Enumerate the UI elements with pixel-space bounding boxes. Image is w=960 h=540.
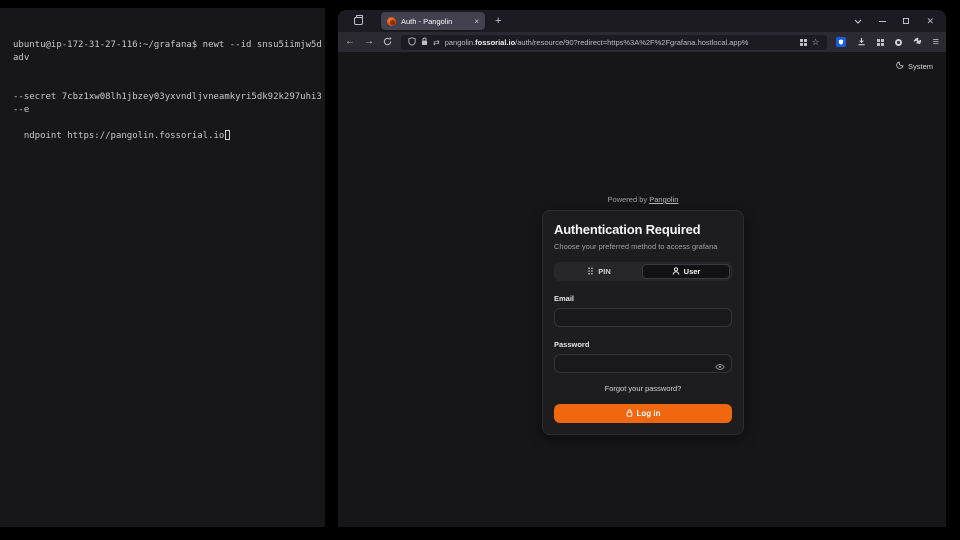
lock-icon bbox=[626, 409, 633, 419]
browser-window: Auth - Pangolin × + ✕ ← → ⇄ pangol bbox=[338, 10, 946, 527]
maximize-button[interactable] bbox=[903, 18, 909, 24]
tab-auth-pangolin[interactable]: Auth - Pangolin × bbox=[381, 12, 485, 30]
forward-button[interactable]: → bbox=[364, 37, 374, 47]
auth-method-tabs: PIN User bbox=[554, 262, 732, 281]
url-bar[interactable]: ⇄ pangolin.fossorial.io/auth/resource/90… bbox=[401, 35, 827, 50]
firefox-view-icon[interactable] bbox=[349, 13, 367, 29]
browser-toolbar: ← → ⇄ pangolin.fossorial.io/auth/resourc… bbox=[338, 32, 946, 52]
tab-pin-label: PIN bbox=[598, 267, 611, 276]
login-button[interactable]: Log in bbox=[554, 404, 732, 423]
card-subtitle: Choose your preferred method to access g… bbox=[554, 242, 732, 251]
terminal-line: ndpoint https://pangolin.fossorial.io bbox=[24, 131, 224, 141]
permissions-icon[interactable]: ⇄ bbox=[433, 38, 440, 47]
pangolin-favicon-icon bbox=[387, 17, 396, 26]
menu-icon[interactable]: ≡ bbox=[933, 37, 939, 48]
card-title: Authentication Required bbox=[554, 222, 732, 237]
password-field[interactable] bbox=[554, 354, 732, 373]
minimize-button[interactable] bbox=[879, 21, 886, 22]
forgot-password-link[interactable]: Forgot your password? bbox=[554, 384, 732, 393]
pangolin-link[interactable]: Pangolin bbox=[649, 195, 678, 204]
extensions-puzzle-icon[interactable] bbox=[913, 33, 922, 51]
login-button-label: Log in bbox=[637, 409, 661, 418]
downloads-icon[interactable] bbox=[857, 33, 866, 51]
reload-button[interactable] bbox=[383, 33, 392, 51]
tab-user[interactable]: User bbox=[642, 264, 730, 279]
shield-icon[interactable] bbox=[408, 37, 416, 48]
auth-card: Authentication Required Choose your pref… bbox=[542, 210, 744, 435]
new-tab-button[interactable]: + bbox=[495, 15, 501, 27]
terminal-window[interactable]: ubuntu@ip-172-31-27-116:~/grafana$ newt … bbox=[0, 8, 325, 527]
containers-icon[interactable] bbox=[800, 39, 807, 46]
tab-user-label: User bbox=[684, 267, 701, 276]
password-manager-extension-icon[interactable] bbox=[836, 37, 846, 47]
tab-bar: Auth - Pangolin × + ✕ bbox=[338, 10, 946, 32]
theme-label: System bbox=[908, 62, 933, 71]
theme-toggle[interactable]: System bbox=[896, 61, 933, 71]
bookmark-star-icon[interactable]: ☆ bbox=[812, 37, 820, 48]
page-content: System Powered by Pangolin Authenticatio… bbox=[338, 52, 946, 527]
email-field[interactable] bbox=[554, 308, 732, 327]
window-close-button[interactable]: ✕ bbox=[926, 17, 934, 26]
show-password-icon[interactable] bbox=[715, 358, 725, 376]
chevron-down-icon[interactable] bbox=[854, 19, 862, 24]
keypad-icon bbox=[587, 267, 594, 277]
terminal-cursor bbox=[225, 130, 230, 140]
tab-pin[interactable]: PIN bbox=[556, 264, 642, 279]
tab-title: Auth - Pangolin bbox=[401, 17, 470, 26]
apps-grid-icon[interactable] bbox=[877, 39, 884, 46]
terminal-line: --secret 7cbz1xw08lh1jbzey03yxvndljvneam… bbox=[13, 91, 323, 117]
password-label: Password bbox=[554, 340, 732, 349]
powered-by: Powered by Pangolin bbox=[542, 195, 744, 204]
back-button[interactable]: ← bbox=[345, 37, 355, 47]
terminal-line: ubuntu@ip-172-31-27-116:~/grafana$ newt … bbox=[13, 39, 323, 65]
lock-icon[interactable] bbox=[421, 37, 428, 48]
url-text[interactable]: pangolin.fossorial.io/auth/resource/90?r… bbox=[445, 38, 795, 47]
user-icon bbox=[672, 267, 680, 277]
email-label: Email bbox=[554, 294, 732, 303]
account-icon[interactable] bbox=[895, 39, 902, 46]
moon-icon bbox=[896, 61, 904, 71]
close-tab-icon[interactable]: × bbox=[474, 17, 479, 26]
